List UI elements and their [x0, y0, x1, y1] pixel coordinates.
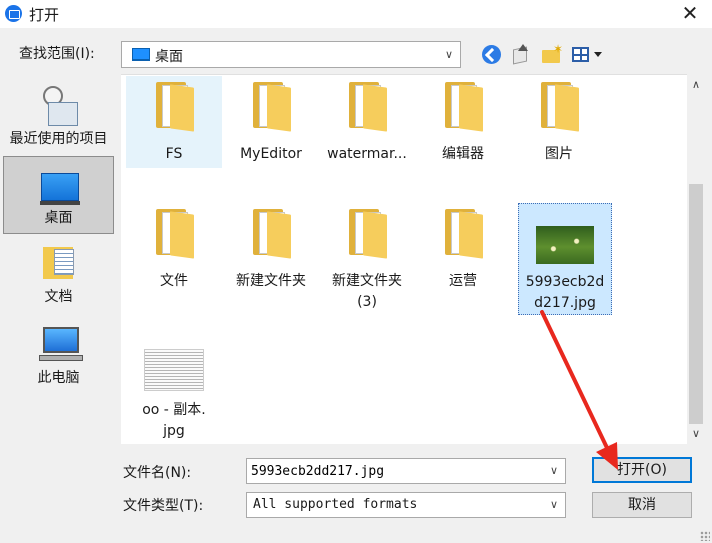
file-label: 文件: [160, 273, 188, 289]
file-label: oo - 副本.: [142, 402, 206, 418]
scroll-down-icon[interactable]: ∨: [687, 424, 705, 444]
file-label: 新建文件夹: [332, 273, 402, 289]
file-item-operations[interactable]: 运营: [415, 203, 511, 313]
new-folder-button[interactable]: ✶: [540, 42, 564, 67]
folder-icon: [445, 209, 485, 259]
file-item-fs[interactable]: FS: [126, 76, 222, 168]
close-button[interactable]: ✕: [668, 0, 712, 28]
back-button[interactable]: [480, 43, 504, 67]
chevron-down-icon[interactable]: ∨: [438, 42, 460, 67]
file-item-editor[interactable]: 编辑器: [415, 76, 511, 168]
file-item-watermark[interactable]: watermar...: [319, 76, 415, 168]
file-list[interactable]: FS MyEditor watermar... 编辑器 图片 文件 新建文件夹 …: [121, 74, 687, 444]
look-in-dropdown[interactable]: 桌面 ∨: [121, 41, 461, 68]
file-label-line2: jpg: [163, 423, 185, 439]
places-bar: 最近使用的项目 桌面 文档 此电脑: [0, 74, 116, 424]
up-one-level-button[interactable]: [510, 43, 534, 67]
desktop-icon: [132, 48, 150, 61]
place-this-pc[interactable]: 此电脑: [3, 318, 114, 396]
cancel-button[interactable]: 取消: [592, 492, 692, 518]
file-label-line2: d217.jpg: [534, 295, 596, 311]
view-menu-button[interactable]: [570, 43, 610, 67]
place-desktop[interactable]: 桌面: [3, 156, 114, 234]
place-label: 此电脑: [37, 370, 80, 386]
up-arrow-icon: [518, 44, 528, 51]
vertical-scrollbar[interactable]: ∧ ∨: [687, 74, 705, 444]
file-item-files[interactable]: 文件: [126, 203, 222, 313]
folder-icon: [349, 209, 389, 259]
file-item-pictures[interactable]: 图片: [511, 76, 607, 168]
scroll-up-icon[interactable]: ∧: [687, 74, 705, 94]
chevron-down-icon[interactable]: ∨: [543, 459, 565, 483]
file-name-label: 文件名(N):: [123, 465, 192, 481]
place-recent-items[interactable]: 最近使用的项目: [3, 78, 114, 156]
place-label: 文档: [44, 289, 73, 305]
title-bar: 打开 ✕: [0, 0, 712, 28]
file-label: 5993ecb2d: [525, 274, 605, 290]
file-label: MyEditor: [240, 146, 302, 162]
image-thumbnail: [144, 349, 204, 391]
file-item-selected-image[interactable]: 5993ecb2d d217.jpg: [518, 203, 612, 315]
desktop-icon: [41, 173, 79, 201]
place-documents[interactable]: 文档: [3, 237, 114, 315]
folder-icon: [156, 82, 196, 132]
place-label: 最近使用的项目: [9, 131, 108, 147]
file-label: 图片: [545, 146, 573, 162]
app-icon: [5, 5, 22, 22]
file-type-label: 文件类型(T):: [123, 498, 204, 514]
this-pc-icon: [43, 327, 79, 353]
folder-icon: [349, 82, 389, 132]
image-thumbnail: [536, 226, 594, 264]
file-label: 运营: [449, 273, 477, 289]
folder-icon: [253, 82, 293, 132]
folder-icon: [445, 82, 485, 132]
folder-icon: [541, 82, 581, 132]
file-name-combo[interactable]: ∨: [246, 458, 566, 484]
file-label-line2: (3): [357, 294, 377, 310]
file-item-oo-copy[interactable]: oo - 副本. jpg: [126, 343, 222, 443]
open-button[interactable]: 打开(O): [592, 457, 692, 483]
file-type-value: All supported formats: [253, 497, 418, 512]
back-icon: [482, 45, 501, 64]
sparkle-icon: ✶: [553, 42, 564, 56]
file-label: 新建文件夹: [236, 273, 306, 289]
file-item-new-folder-3[interactable]: 新建文件夹 (3): [319, 203, 415, 313]
view-menu-icon: [572, 47, 589, 62]
file-name-input[interactable]: [251, 462, 531, 480]
look-in-value: 桌面: [155, 49, 183, 65]
scrollbar-thumb[interactable]: [689, 184, 703, 424]
file-label: FS: [165, 146, 183, 162]
folder-icon: [156, 209, 196, 259]
file-label: 编辑器: [442, 146, 484, 162]
look-in-label: 查找范围(I):: [19, 46, 95, 62]
place-label: 桌面: [44, 210, 73, 226]
file-label: watermar...: [327, 146, 407, 162]
file-item-new-folder[interactable]: 新建文件夹: [223, 203, 319, 313]
file-item-myeditor[interactable]: MyEditor: [223, 76, 319, 168]
folder-icon: [253, 209, 293, 259]
window-title: 打开: [29, 6, 60, 24]
file-type-select[interactable]: All supported formats ∨: [246, 492, 566, 518]
caret-down-icon: [594, 52, 602, 57]
resize-grip-icon[interactable]: [700, 531, 710, 541]
chevron-down-icon[interactable]: ∨: [543, 493, 565, 517]
